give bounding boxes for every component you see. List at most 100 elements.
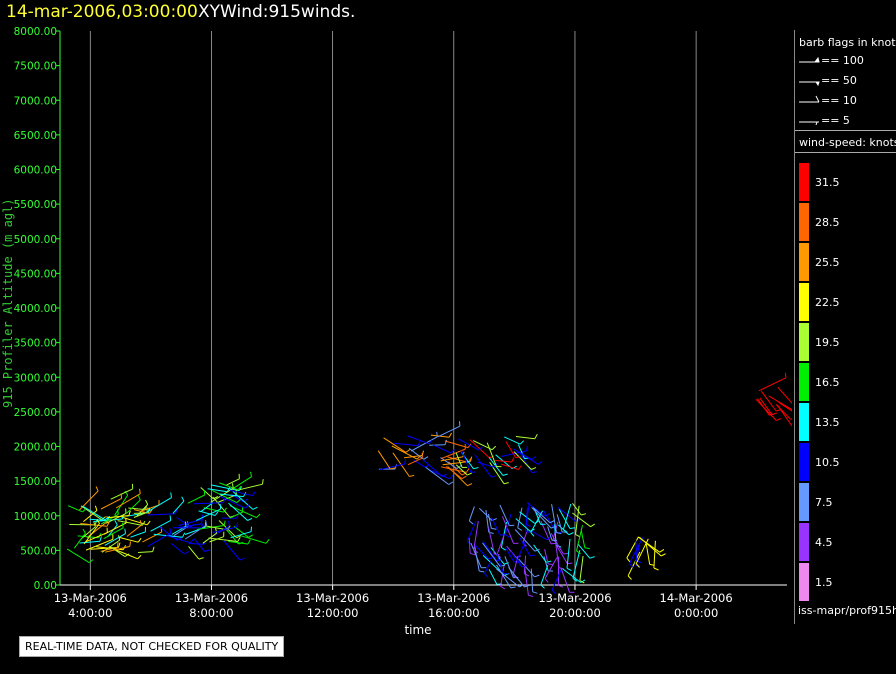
- wind-barb-flag: [88, 559, 94, 563]
- wind-barb: [170, 542, 185, 555]
- wind-barb: [130, 531, 146, 538]
- wind-barb-flag: [146, 520, 151, 526]
- x-axis-label: time: [404, 623, 431, 637]
- x-tick-time: 0:00:00: [674, 606, 718, 620]
- wind-barb: [512, 555, 519, 576]
- speed-color-swatch: [799, 363, 809, 401]
- x-tick-date: 13-Mar-2006: [54, 591, 127, 605]
- wind-barb: [572, 550, 581, 579]
- wind-barb-flag: [190, 538, 195, 544]
- wind-barb-flag: [511, 457, 515, 463]
- grid-lines: [89, 31, 697, 585]
- x-tick-date: 13-Mar-2006: [417, 591, 490, 605]
- x-tick-time: 20:00:00: [549, 606, 601, 620]
- wind-barb-flag: [247, 539, 251, 545]
- wind-barb: [579, 555, 584, 581]
- wind-barb-flag: [82, 508, 87, 513]
- wind-barb-flag: [568, 532, 574, 536]
- wind-barb-flag: [532, 591, 538, 594]
- wind-barb-flag: [503, 482, 509, 485]
- wind-barb: [207, 488, 228, 493]
- wind-barb: [232, 476, 252, 489]
- y-tick-label: 4000.00: [14, 303, 57, 315]
- wind-barb-flag: [479, 570, 485, 573]
- wind-barb: [487, 513, 492, 529]
- wind-barb-flag: [575, 533, 581, 538]
- wind-barb: [638, 536, 660, 553]
- wind-barb-flag: [517, 527, 523, 531]
- wind-barb-flag: [548, 563, 554, 566]
- y-tick-label: 6000.00: [14, 165, 57, 177]
- speed-color-label: 10.5: [815, 456, 840, 469]
- wind-barb: [518, 558, 535, 578]
- wind-barb-flag: [198, 557, 204, 560]
- wind-barb: [393, 442, 419, 447]
- wind-barb-flag: [567, 562, 573, 565]
- wind-barb-flag: [122, 522, 124, 528]
- wind-barb: [524, 568, 529, 596]
- y-tick-label: 500.00: [20, 545, 57, 557]
- wind-barb-flag: [152, 546, 155, 552]
- wind-barb-flag: [252, 491, 256, 496]
- wind-barb: [126, 499, 141, 514]
- wind-barb-flag: [404, 458, 406, 464]
- wind-barb-flag: [139, 488, 141, 494]
- wind-barb: [240, 535, 267, 544]
- speed-color-swatch: [799, 443, 809, 481]
- wind-barb-flag: [405, 448, 411, 453]
- wind-barb-flag: [465, 467, 470, 473]
- wind-barb-flag: [265, 539, 270, 544]
- wind-barb-flag: [563, 552, 569, 555]
- x-tick-date: 13-Mar-2006: [538, 591, 611, 605]
- wind-barb-flag: [449, 474, 454, 480]
- wind-barb-flag: [262, 479, 264, 485]
- x-tick-date: 13-Mar-2006: [296, 591, 369, 605]
- wind-barb: [66, 548, 90, 564]
- x-tick-time: 16:00:00: [428, 606, 480, 620]
- wind-barb-flag: [660, 553, 666, 557]
- y-tick-label: 7500.00: [14, 61, 57, 73]
- wind-barb: [119, 536, 139, 543]
- wind-barb-flag: [114, 520, 118, 526]
- wind-barb: [145, 497, 172, 514]
- wind-barb: [653, 540, 656, 569]
- wind-barb: [115, 493, 141, 509]
- wind-barb-flag: [500, 534, 506, 536]
- wind-barb: [138, 551, 153, 553]
- wind-barb-flag: [236, 498, 241, 503]
- speed-color-swatch: [799, 203, 809, 241]
- x-tick-time: 4:00:00: [68, 606, 112, 620]
- wind-barb: [187, 494, 205, 504]
- x-tick-date: 14-Mar-2006: [660, 591, 733, 605]
- speed-color-swatch: [799, 283, 809, 321]
- barb-10-label: == 10: [821, 94, 857, 107]
- wind-barb: [79, 540, 101, 544]
- wind-barb-flag: [484, 573, 489, 578]
- wind-barb-flag: [247, 517, 253, 521]
- wind-barb-flag: [82, 528, 86, 534]
- wind-barb: [100, 497, 122, 510]
- y-tick-label: 3500.00: [14, 338, 57, 350]
- wind-barb-flag: [519, 440, 525, 445]
- speed-color-label: 28.5: [815, 216, 840, 229]
- axes: 0.00500.001000.001500.002000.002500.0030…: [14, 26, 787, 620]
- wind-barb-flag: [244, 504, 250, 509]
- wind-barb: [188, 542, 205, 545]
- barb-100-label: == 100: [821, 54, 864, 67]
- speed-color-label: 13.5: [815, 416, 840, 429]
- wind-barb-flag: [461, 475, 467, 480]
- wind-barb: [114, 548, 138, 560]
- wind-barb-flag: [544, 578, 549, 583]
- wind-barb: [758, 377, 787, 392]
- wind-barb-flag: [470, 456, 473, 462]
- wind-barb: [474, 546, 480, 572]
- wind-barb-flag: [470, 552, 476, 556]
- wind-barb-flag: [184, 551, 189, 555]
- speed-color-swatch: [799, 163, 809, 201]
- wind-barb-flag: [137, 537, 142, 543]
- legend-divider: [795, 152, 896, 153]
- x-tick-date: 13-Mar-2006: [175, 591, 248, 605]
- speed-color-label: 7.5: [815, 496, 833, 509]
- wind-barb: [437, 425, 461, 438]
- wind-barb-flag: [491, 527, 497, 530]
